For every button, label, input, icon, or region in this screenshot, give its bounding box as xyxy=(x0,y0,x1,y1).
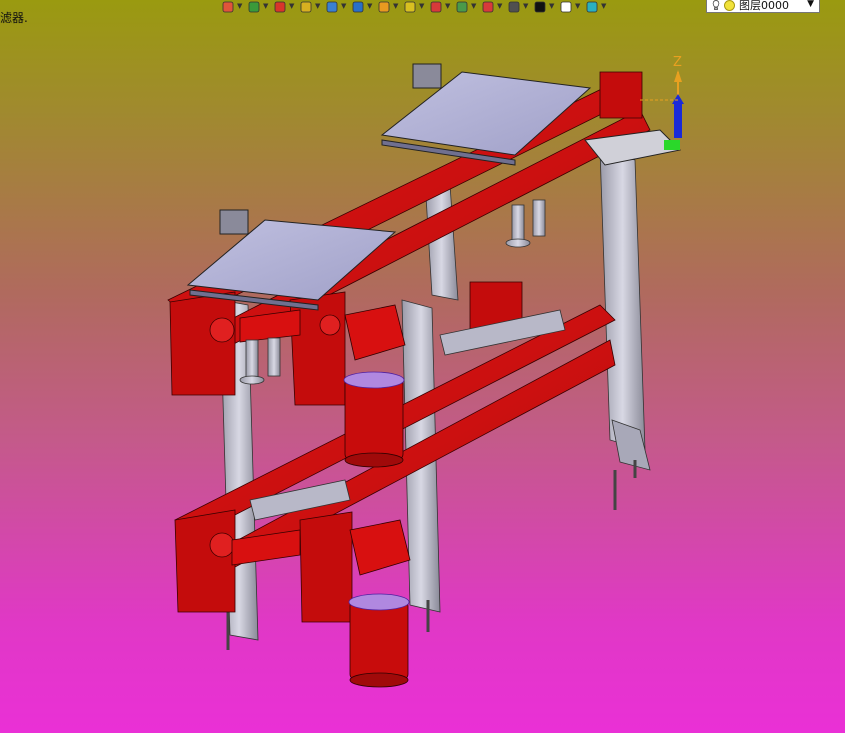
dropdown-arrow-icon[interactable]: ▼ xyxy=(575,3,580,10)
move-icon xyxy=(430,1,442,13)
status-text: 滤器. xyxy=(0,11,28,25)
filter-icon xyxy=(248,1,260,13)
sun-icon xyxy=(724,0,735,11)
sketch-pen-icon xyxy=(274,1,286,13)
cad-viewport[interactable]: Z 滤器. ▼ ▼ ▼ ▼ ▼ ▼ ▼ ▼ ▼ ▼ ▼ ▼ ▼ ▼ ▼ 图层0000 ▼ xyxy=(0,0,845,733)
solid-box-button[interactable]: ▼ xyxy=(300,0,326,14)
render-icon xyxy=(378,1,390,13)
monitor-button[interactable]: ▼ xyxy=(508,0,534,14)
dropdown-arrow-icon[interactable]: ▼ xyxy=(471,3,476,10)
dropdown-arrow-icon[interactable]: ▼ xyxy=(393,3,398,10)
dropdown-arrow-icon[interactable]: ▼ xyxy=(445,3,450,10)
layout-button[interactable]: ▼ xyxy=(456,0,482,14)
dropdown-arrow-icon[interactable]: ▼ xyxy=(549,3,554,10)
dropdown-arrow-icon[interactable]: ▼ xyxy=(263,3,268,10)
layers-icon xyxy=(586,1,598,13)
line-color-icon xyxy=(534,1,546,13)
sketch-pen-button[interactable]: ▼ xyxy=(274,0,300,14)
view-frame-icon xyxy=(482,1,494,13)
view-frame-button[interactable]: ▼ xyxy=(482,0,508,14)
layer-dropdown[interactable]: 图层0000 ▼ xyxy=(706,0,820,13)
dropdown-arrow-icon[interactable]: ▼ xyxy=(419,3,424,10)
fill-color-button[interactable]: ▼ xyxy=(560,0,586,14)
dropdown-arrow-icon[interactable]: ▼ xyxy=(367,3,372,10)
layers-button[interactable]: ▼ xyxy=(586,0,612,14)
history-button[interactable]: ▼ xyxy=(222,0,248,14)
solid-box-icon xyxy=(300,1,312,13)
lower-motor xyxy=(348,519,411,688)
dropdown-arrow-icon[interactable]: ▼ xyxy=(341,3,346,10)
move-button[interactable]: ▼ xyxy=(430,0,456,14)
line-color-button[interactable]: ▼ xyxy=(534,0,560,14)
lightbulb-icon xyxy=(712,0,720,10)
dropdown-arrow-icon[interactable]: ▼ xyxy=(601,3,606,10)
axis-z-label: Z xyxy=(673,55,682,70)
render-button[interactable]: ▼ xyxy=(378,0,404,14)
toolbar: ▼ ▼ ▼ ▼ ▼ ▼ ▼ ▼ ▼ ▼ ▼ ▼ ▼ ▼ ▼ xyxy=(222,0,612,14)
fill-color-icon xyxy=(560,1,572,13)
history-icon xyxy=(222,1,234,13)
shape-icon xyxy=(326,1,338,13)
dropdown-arrow-icon[interactable]: ▼ xyxy=(315,3,320,10)
dropdown-arrow-icon[interactable]: ▼ xyxy=(237,3,242,10)
layer-label: 图层0000 xyxy=(739,0,789,12)
assembly-button[interactable]: ▼ xyxy=(352,0,378,14)
conveyor-model-3d[interactable]: Z xyxy=(0,0,845,733)
dropdown-arrow-icon[interactable]: ▼ xyxy=(497,3,502,10)
inspect-icon xyxy=(404,1,416,13)
inspect-button[interactable]: ▼ xyxy=(404,0,430,14)
filter-button[interactable]: ▼ xyxy=(248,0,274,14)
upper-motor xyxy=(343,304,406,468)
chevron-down-icon: ▼ xyxy=(807,0,814,9)
layout-icon xyxy=(456,1,468,13)
monitor-icon xyxy=(508,1,520,13)
dropdown-arrow-icon[interactable]: ▼ xyxy=(289,3,294,10)
assembly-icon xyxy=(352,1,364,13)
shape-button[interactable]: ▼ xyxy=(326,0,352,14)
dropdown-arrow-icon[interactable]: ▼ xyxy=(523,3,528,10)
